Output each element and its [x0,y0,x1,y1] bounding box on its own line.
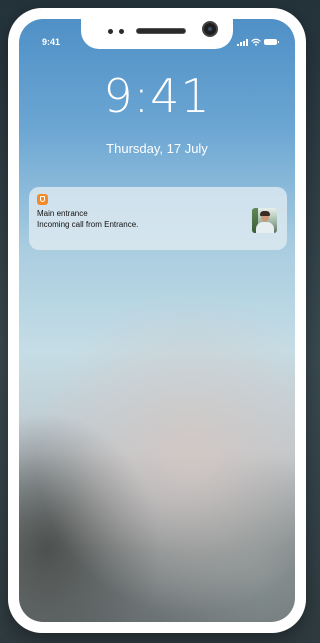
status-bar-time: 9:41 [42,37,61,47]
sensor-dot [108,29,113,34]
cellular-signal-icon [237,38,248,46]
front-camera [202,21,218,37]
sensor-dot [119,29,124,34]
caller-photo [252,208,277,233]
notification-message: Incoming call from Entrance. [37,220,139,229]
lock-screen: 9:41 9:41 Thursday, 17 July Main entranc… [19,19,295,622]
shield-app-icon [37,193,48,205]
mockup-stage: 9:41 9:41 Thursday, 17 July Main entranc… [0,0,315,643]
battery-icon [264,39,279,45]
speaker-grille [136,28,186,34]
notification-app [37,193,48,205]
phone-frame: 9:41 9:41 Thursday, 17 July Main entranc… [8,8,306,633]
notification-body: Main entrance Incoming call from Entranc… [37,208,279,233]
wifi-icon [251,38,261,46]
lock-screen-date: Thursday, 17 July [106,141,208,156]
photo-person-body [256,222,274,233]
photo-person-hair [260,211,270,216]
status-bar-icons [237,37,279,47]
notification-title: Main entrance [37,209,88,218]
notch [81,19,233,49]
notification-header [37,193,279,205]
notification-card[interactable]: Main entrance Incoming call from Entranc… [29,187,287,250]
lock-screen-clock: 9:41 [103,69,211,123]
